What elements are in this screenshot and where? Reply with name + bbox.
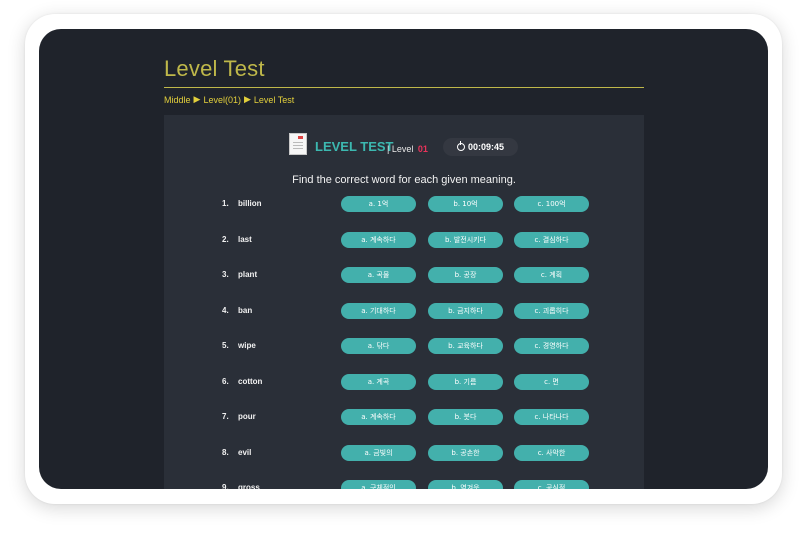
- question-word: cotton: [238, 377, 263, 386]
- question-row: 5. wipe a. 닦다 b. 교육하다 c. 경영하다: [164, 338, 644, 354]
- question-number: 9.: [222, 483, 229, 489]
- timer: 00:09:45: [443, 138, 518, 156]
- breadcrumb: Middle ▶ Level(01) ▶ Level Test: [164, 94, 294, 105]
- option-b-button[interactable]: b. 10억: [428, 196, 503, 212]
- question-word: gross: [238, 483, 260, 489]
- question-number: 3.: [222, 270, 229, 279]
- test-heading: LEVEL TEST: [315, 139, 394, 154]
- question-number: 7.: [222, 412, 229, 421]
- option-c-button[interactable]: c. 면: [514, 374, 589, 390]
- question-number: 4.: [222, 306, 229, 315]
- question-row: 8. evil a. 금빛의 b. 공손한 c. 사악한: [164, 445, 644, 461]
- option-b-button[interactable]: b. 붓다: [428, 409, 503, 425]
- question-word: wipe: [238, 341, 256, 350]
- option-c-button[interactable]: c. 경영하다: [514, 338, 589, 354]
- question-word: evil: [238, 448, 252, 457]
- question-row: 3. plant a. 곡물 b. 공장 c. 계획: [164, 267, 644, 283]
- question-row: 6. cotton a. 계곡 b. 기름 c. 면: [164, 374, 644, 390]
- option-c-button[interactable]: c. 사악한: [514, 445, 589, 461]
- question-word: ban: [238, 306, 253, 315]
- screen: Level Test Middle ▶ Level(01) ▶ Level Te…: [39, 29, 768, 489]
- option-c-button[interactable]: c. 공식적: [514, 480, 589, 489]
- breadcrumb-item-middle[interactable]: Middle: [164, 95, 191, 105]
- question-row: 9. gross a. 구체적인 b. 역겨운 c. 공식적: [164, 480, 644, 489]
- question-number: 2.: [222, 235, 229, 244]
- question-number: 8.: [222, 448, 229, 457]
- question-word: billion: [238, 199, 262, 208]
- instruction-text: Find the correct word for each given mea…: [292, 174, 516, 186]
- option-b-button[interactable]: b. 금지하다: [428, 303, 503, 319]
- device-frame: Level Test Middle ▶ Level(01) ▶ Level Te…: [25, 14, 782, 504]
- question-number: 6.: [222, 377, 229, 386]
- option-a-button[interactable]: a. 계곡: [341, 374, 416, 390]
- question-row: 1. billion a. 1억 b. 10억 c. 100억: [164, 196, 644, 212]
- option-c-button[interactable]: c. 계획: [514, 267, 589, 283]
- question-number: 1.: [222, 199, 229, 208]
- option-c-button[interactable]: c. 100억: [514, 196, 589, 212]
- level-indicator: | Level 01: [387, 144, 428, 154]
- level-label: | Level: [387, 144, 414, 154]
- question-word: last: [238, 235, 252, 244]
- option-a-button[interactable]: a. 곡물: [341, 267, 416, 283]
- option-b-button[interactable]: b. 교육하다: [428, 338, 503, 354]
- test-panel: LEVEL TEST | Level 01 00:09:45 Find the …: [164, 115, 644, 489]
- document-icon: [289, 133, 307, 155]
- clock-icon: [456, 141, 465, 151]
- level-number: 01: [417, 144, 428, 154]
- option-a-button[interactable]: a. 계속하다: [341, 409, 416, 425]
- option-c-button[interactable]: c. 괴롭히다: [514, 303, 589, 319]
- option-a-button[interactable]: a. 구체적인: [341, 480, 416, 489]
- question-number: 5.: [222, 341, 229, 350]
- question-word: pour: [238, 412, 256, 421]
- question-row: 7. pour a. 계속하다 b. 붓다 c. 나타나다: [164, 409, 644, 425]
- option-b-button[interactable]: b. 공손한: [428, 445, 503, 461]
- triangle-right-icon: ▶: [243, 94, 251, 104]
- timer-value: 00:09:45: [467, 142, 505, 152]
- title-divider: [164, 87, 644, 88]
- option-a-button[interactable]: a. 기대하다: [341, 303, 416, 319]
- triangle-right-icon: ▶: [193, 94, 201, 104]
- option-b-button[interactable]: b. 역겨운: [428, 480, 503, 489]
- option-b-button[interactable]: b. 발전시키다: [428, 232, 503, 248]
- option-b-button[interactable]: b. 공장: [428, 267, 503, 283]
- option-a-button[interactable]: a. 계속하다: [341, 232, 416, 248]
- test-header: LEVEL TEST | Level 01 00:09:45: [164, 129, 644, 159]
- question-word: plant: [238, 270, 258, 279]
- option-a-button[interactable]: a. 1억: [341, 196, 416, 212]
- option-c-button[interactable]: c. 결심하다: [514, 232, 589, 248]
- question-row: 2. last a. 계속하다 b. 발전시키다 c. 결심하다: [164, 232, 644, 248]
- option-b-button[interactable]: b. 기름: [428, 374, 503, 390]
- breadcrumb-item-current: Level Test: [253, 94, 295, 105]
- question-row: 4. ban a. 기대하다 b. 금지하다 c. 괴롭히다: [164, 303, 644, 319]
- breadcrumb-item-level[interactable]: Level(01): [203, 95, 241, 105]
- option-c-button[interactable]: c. 나타나다: [514, 409, 589, 425]
- option-a-button[interactable]: a. 금빛의: [341, 445, 416, 461]
- page-title: Level Test: [164, 56, 265, 81]
- option-a-button[interactable]: a. 닦다: [341, 338, 416, 354]
